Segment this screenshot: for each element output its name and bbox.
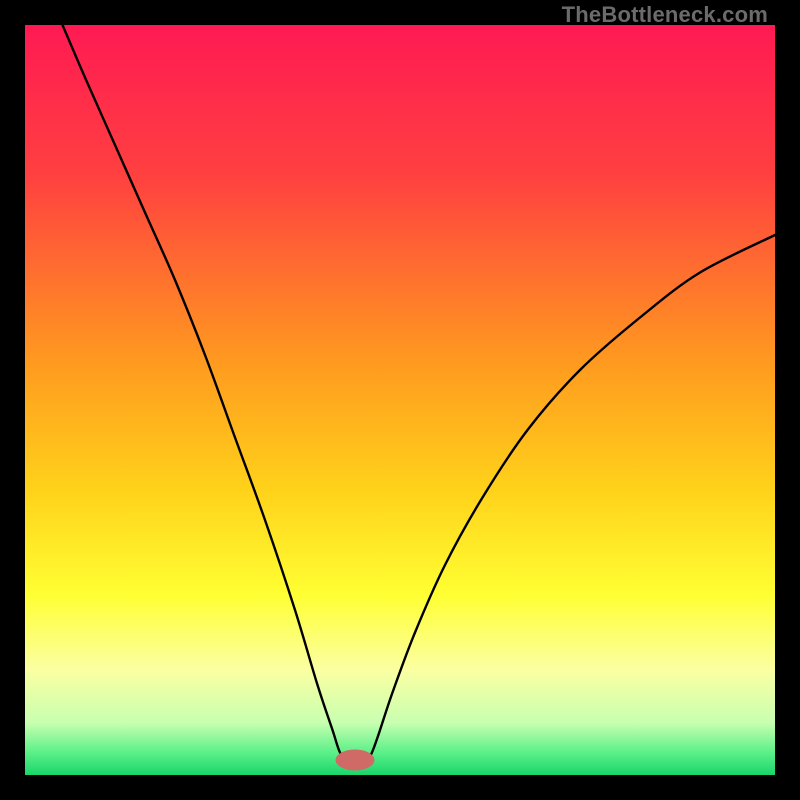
plot-area [25, 25, 775, 775]
optimal-point-marker [336, 750, 375, 771]
chart-frame: TheBottleneck.com [0, 0, 800, 800]
bottleneck-curve-chart [25, 25, 775, 775]
gradient-background [25, 25, 775, 775]
